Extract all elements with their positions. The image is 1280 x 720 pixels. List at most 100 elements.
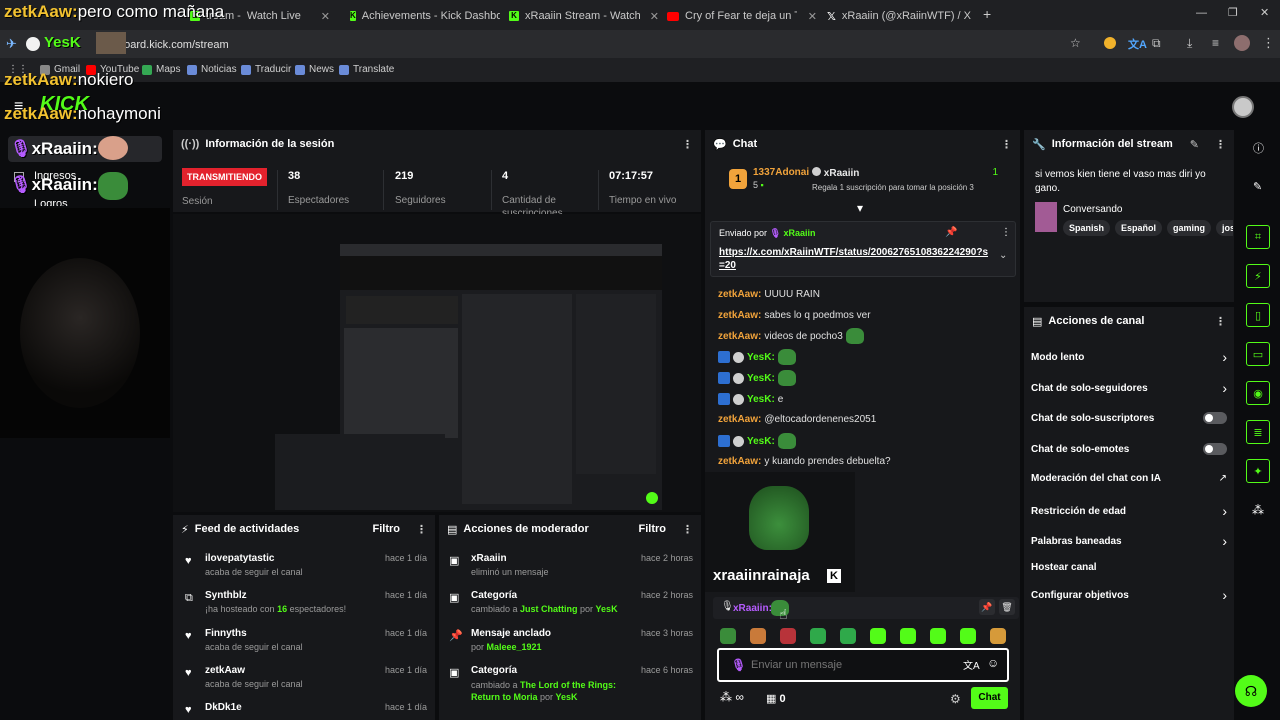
chat-bubble-icon[interactable]: ▭ xyxy=(1246,342,1270,366)
points-display[interactable]: ▦ 0 xyxy=(766,692,786,705)
chat-user[interactable]: zetkAaw: xyxy=(718,310,761,321)
collapse-icon[interactable]: ▾ xyxy=(857,201,863,215)
chat-user[interactable]: zetkAaw: xyxy=(718,331,761,342)
filter-button[interactable]: Filtro xyxy=(639,523,667,535)
pin-message-button[interactable]: 📌 xyxy=(979,599,995,615)
browser-tab-cry-of-fear[interactable]: Cry of Fear te deja un TRAUMA ✕ xyxy=(667,6,817,26)
close-tab-icon[interactable]: ✕ xyxy=(321,10,330,23)
category-name[interactable]: Conversando xyxy=(1063,204,1122,215)
tag-chip[interactable]: gaming xyxy=(1167,220,1212,236)
maximize-button[interactable]: ❐ xyxy=(1228,6,1238,19)
action-ai-moderation[interactable]: Moderación del chat con IA ↗ xyxy=(1031,473,1227,484)
edit-icon[interactable]: ✎ xyxy=(1253,180,1262,193)
user-avatar[interactable] xyxy=(1232,96,1254,118)
stream-preview[interactable] xyxy=(173,214,701,512)
filter-button[interactable]: Filtro xyxy=(373,523,401,535)
emote-quick-10[interactable] xyxy=(990,628,1006,644)
document-icon[interactable]: ▯ xyxy=(1246,303,1270,327)
send-chat-button[interactable]: Chat xyxy=(971,687,1008,709)
emote-quick-6[interactable] xyxy=(870,628,886,644)
emote-quick-7[interactable] xyxy=(900,628,916,644)
extension-icon[interactable] xyxy=(1104,37,1116,49)
emote-quick-2[interactable] xyxy=(750,628,766,644)
category-thumbnail[interactable] xyxy=(1035,202,1057,232)
tag-chip[interactable]: jose xyxy=(1216,220,1233,236)
emote-quick-8[interactable] xyxy=(930,628,946,644)
lightning-icon[interactable]: ⚡ xyxy=(1246,264,1270,288)
chat-user[interactable]: zetkAaw: xyxy=(718,414,761,425)
infinity-icon[interactable]: ⁂ ∞ xyxy=(720,690,744,704)
minimize-button[interactable]: — xyxy=(1196,7,1207,19)
bookmark-noticias[interactable]: Noticias xyxy=(187,64,237,75)
chat-user[interactable]: YesK: xyxy=(747,436,775,447)
bookmark-news[interactable]: News xyxy=(295,64,334,75)
extensions-icon[interactable]: ⧉ xyxy=(1152,36,1161,51)
mod-highlight[interactable]: Just Chatting xyxy=(520,604,578,614)
chat-settings-icon[interactable]: ⚙ xyxy=(950,692,961,706)
action-age-restriction[interactable]: Restricción de edad › xyxy=(1031,503,1227,519)
pin-icon[interactable]: 📌 xyxy=(945,227,957,238)
action-configure-goals[interactable]: Configurar objetivos › xyxy=(1031,587,1227,603)
profile-avatar[interactable] xyxy=(1234,35,1250,51)
mod-by[interactable]: YesK xyxy=(596,604,618,614)
crop-icon[interactable]: ⌗ xyxy=(1246,225,1270,249)
expand-icon[interactable]: ⌄ xyxy=(999,250,1007,261)
support-button[interactable]: ☊ xyxy=(1235,675,1267,707)
action-host-channel[interactable]: Hostear canal xyxy=(1031,562,1227,573)
tag-chip[interactable]: Español xyxy=(1115,220,1163,236)
chat-message-hovered[interactable]: 🎙 xRaaiin: 📌 🗑 xyxy=(713,597,1019,619)
reading-list-icon[interactable]: ≡ xyxy=(1212,36,1219,50)
pinned-link[interactable]: https://x.com/xRaiinWTF/status/200627651… xyxy=(719,246,989,272)
close-window-button[interactable]: ✕ xyxy=(1260,6,1269,19)
more-options-icon[interactable]: ⋮ xyxy=(416,523,427,536)
emote-quick-4[interactable] xyxy=(810,628,826,644)
chat-user[interactable]: YesK: xyxy=(747,394,775,405)
wrench-icon[interactable]: ✦ xyxy=(1246,459,1270,483)
chat-user[interactable]: zetkAaw: xyxy=(718,456,761,467)
leaderboard-entry[interactable]: 1337Adonai 5 ▪ xyxy=(753,167,809,190)
info-icon[interactable]: ⓘ xyxy=(1253,140,1264,156)
broadcast-icon[interactable]: ◉ xyxy=(1246,381,1270,405)
chat-input-box[interactable]: 🎙 文A ☺ xyxy=(717,648,1009,682)
close-tab-icon[interactable]: ✕ xyxy=(650,10,659,23)
emote-quick-5[interactable] xyxy=(840,628,856,644)
chat-user[interactable]: YesK: xyxy=(747,373,775,384)
download-icon[interactable]: ⤓ xyxy=(1187,36,1192,51)
browser-tab-achievements[interactable]: K Achievements - Kick Dashboard ✕ xyxy=(350,6,500,26)
more-options-icon[interactable]: ⋮ xyxy=(1215,138,1226,151)
chat-message-input[interactable] xyxy=(751,657,951,673)
bookmark-translate[interactable]: Translate xyxy=(339,64,394,75)
translate-extension-icon[interactable]: 文A xyxy=(1128,36,1147,52)
list-icon[interactable]: ≣ xyxy=(1246,420,1270,444)
emote-quick-3[interactable] xyxy=(780,628,796,644)
browser-tab-xraaiin[interactable]: K xRaaiin Stream - Watch Live on ✕ xyxy=(509,6,659,26)
emote-quick-1[interactable] xyxy=(720,628,736,644)
chat-user[interactable]: zetkAaw: xyxy=(718,289,761,300)
action-slow-mode[interactable]: Modo lento › xyxy=(1031,349,1227,365)
browser-menu-icon[interactable]: ⋮ xyxy=(1262,35,1275,51)
subscribers-only-toggle[interactable] xyxy=(1203,412,1227,424)
tag-chip[interactable]: Spanish xyxy=(1063,220,1111,236)
action-banned-words[interactable]: Palabras baneadas › xyxy=(1031,533,1227,549)
browser-tab-x[interactable]: 𝕏 xRaaiin (@xRaiinWTF) / X ✕ xyxy=(827,6,977,26)
action-followers-only[interactable]: Chat de solo-seguidores › xyxy=(1031,380,1227,396)
more-options-icon[interactable]: ⋮ xyxy=(682,523,693,536)
extension-icon[interactable]: ✈ xyxy=(6,36,17,52)
add-panel-icon[interactable]: ⁂ xyxy=(1252,503,1264,517)
edit-icon[interactable]: ✎ xyxy=(1190,138,1199,151)
new-tab-button[interactable]: + xyxy=(983,6,991,22)
bookmark-maps[interactable]: Maps xyxy=(142,64,180,75)
url-field[interactable]: board.kick.com/stream xyxy=(118,35,1088,55)
more-options-icon[interactable]: ⋮ xyxy=(1001,138,1012,151)
emotes-only-toggle[interactable] xyxy=(1203,443,1227,455)
more-options-icon[interactable]: ⋮ xyxy=(1215,315,1226,328)
chat-user[interactable]: xRaaiin: xyxy=(733,603,772,614)
more-options-icon[interactable]: ⋮ xyxy=(682,138,693,151)
emote-quick-9[interactable] xyxy=(960,628,976,644)
mod-highlight[interactable]: Maleee_1921 xyxy=(487,642,542,652)
translate-icon[interactable]: 文A xyxy=(963,657,980,672)
delete-message-button[interactable]: 🗑 xyxy=(999,599,1015,615)
bookmark-traducir[interactable]: Traducir xyxy=(241,64,291,75)
close-tab-icon[interactable]: ✕ xyxy=(808,10,817,23)
chat-user[interactable]: YesK: xyxy=(747,352,775,363)
